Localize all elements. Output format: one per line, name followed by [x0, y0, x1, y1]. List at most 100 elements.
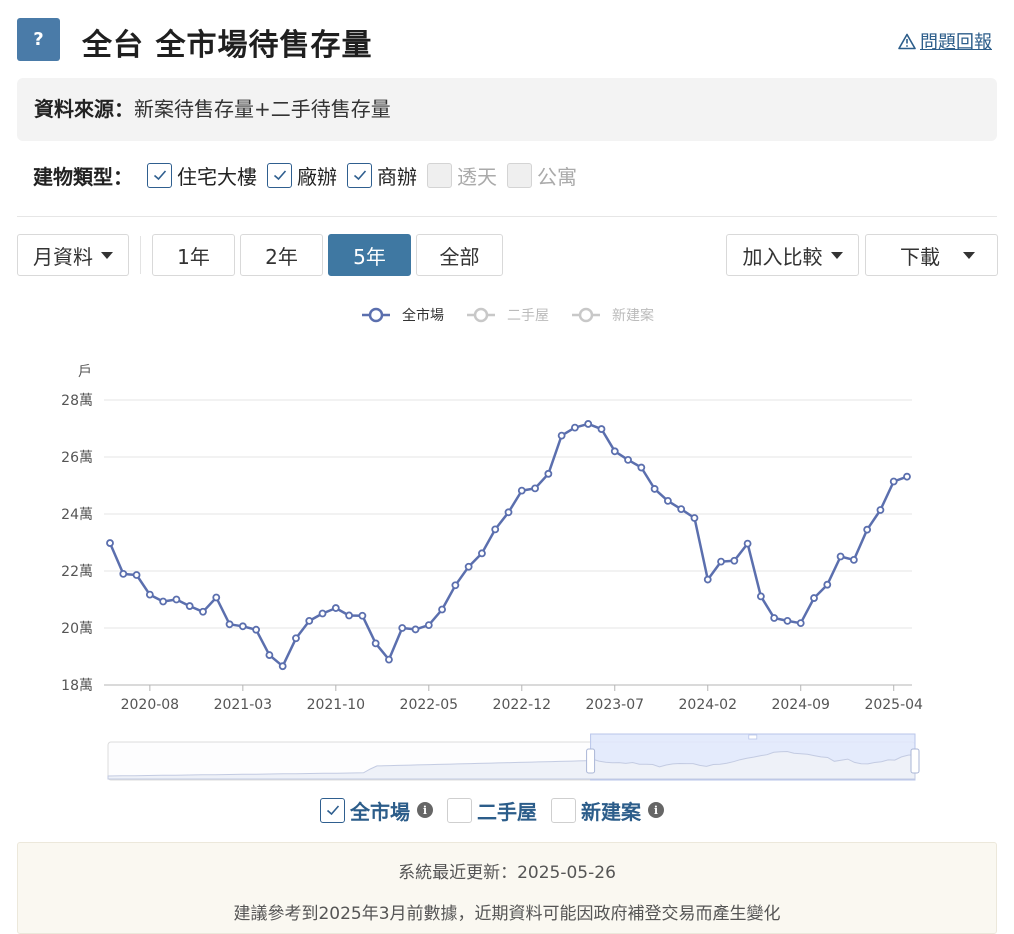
data-point: [903, 472, 911, 481]
data-source-box: 資料來源：新案待售存量+二手待售存量: [17, 78, 997, 141]
data-source-value: 新案待售存量+二手待售存量: [134, 97, 391, 121]
x-tick-label-1: 2021-03: [214, 697, 273, 713]
data-point: [650, 485, 659, 493]
data-point: [358, 611, 367, 620]
data-point: [132, 571, 141, 579]
x-tick-label-4: 2022-12: [493, 697, 552, 713]
data-point: [464, 562, 473, 571]
checkbox-empty-icon: [427, 162, 452, 188]
data-point: [119, 569, 128, 578]
data-point: [823, 580, 832, 589]
help-button[interactable]: ?: [17, 18, 60, 61]
legend-label-0: 全市場: [402, 307, 444, 324]
range-2y-button[interactable]: 2年: [240, 234, 323, 276]
data-point: [756, 592, 765, 601]
checkbox-checked-icon: [320, 797, 345, 823]
building-type-checkbox-0[interactable]: 住宅大樓: [147, 161, 257, 190]
info-icon[interactable]: i: [648, 802, 664, 818]
data-point: [836, 552, 845, 561]
building-type-checkbox-3[interactable]: 透天: [427, 161, 497, 190]
range-5y-button[interactable]: 5年: [328, 234, 411, 276]
legend-marker-2: [578, 307, 594, 323]
data-point: [225, 620, 234, 629]
warning-triangle-icon: [898, 33, 916, 49]
data-point: [810, 594, 818, 602]
zoom-handle-right: [910, 748, 920, 774]
inventory-line-chart: 全市場 二手屋 新建案戶 18萬 20萬 22萬 24萬 26萬 28萬 2020-08 2021-…: [61, 307, 923, 781]
x-tick-label-8: 2025-04: [864, 697, 923, 713]
data-note-text: 建議參考到2025年3月前數據，近期資料可能因政府補登交易而產生變化: [233, 904, 781, 924]
report-issue-link[interactable]: 問題回報: [898, 28, 992, 54]
data-point: [385, 655, 393, 664]
checkbox-checked-icon: [267, 162, 292, 188]
y-tick-label-2: 22萬: [61, 564, 93, 580]
interval-select-label: 月資料: [33, 244, 93, 269]
range-all-button[interactable]: 全部: [416, 234, 503, 276]
divider: [17, 216, 997, 217]
last-updated-text: 系統最近更新：2025-05-26: [398, 863, 616, 883]
series-toggles: 全市場 i 二手屋 新建案 i: [320, 795, 678, 825]
series-toggle-0[interactable]: 全市場 i: [320, 796, 433, 825]
building-type-label: 住宅大樓: [177, 164, 257, 189]
footer-notice: 系統最近更新：2025-05-26 建議參考到2025年3月前數據，近期資料可能…: [17, 842, 997, 934]
series-toggle-1[interactable]: 二手屋: [447, 796, 537, 825]
info-icon[interactable]: i: [417, 802, 433, 818]
x-tick-label-0: 2020-08: [121, 697, 180, 713]
building-type-label: 透天: [457, 164, 497, 189]
data-point: [265, 651, 274, 659]
data-point: [703, 575, 712, 584]
page-title: 全台 全市場待售存量: [82, 28, 373, 63]
data-point: [106, 539, 114, 547]
add-compare-button[interactable]: 加入比較: [726, 234, 859, 276]
checkbox-checked-icon: [147, 162, 172, 188]
legend-marker-1: [473, 307, 489, 323]
data-point: [424, 621, 433, 630]
data-point: [292, 634, 300, 643]
data-source-label: 資料來源：: [34, 97, 134, 121]
y-tick-label-1: 20萬: [61, 621, 93, 637]
x-tick-label-3: 2022-05: [400, 697, 459, 713]
data-point: [172, 595, 181, 604]
report-issue-label: 問題回報: [920, 32, 992, 53]
interval-select[interactable]: 月資料: [17, 234, 129, 276]
building-type-label: 公寓: [537, 164, 577, 189]
checkbox-empty-icon: [551, 797, 576, 823]
data-point: [331, 604, 340, 612]
range-1y-button[interactable]: 1年: [152, 234, 235, 276]
data-point: [517, 486, 526, 495]
x-tick-label-2: 2021-10: [307, 697, 366, 713]
x-tick-label-7: 2024-09: [771, 697, 830, 713]
data-point: [159, 597, 168, 606]
series-toggle-label: 新建案: [581, 799, 641, 824]
toolbar-separator: [140, 236, 141, 274]
data-point: [783, 616, 792, 625]
series-toggle-2[interactable]: 新建案 i: [551, 796, 664, 825]
data-point: [411, 625, 420, 634]
data-point: [345, 611, 354, 620]
data-point: [238, 622, 247, 631]
data-point: [624, 455, 632, 464]
data-point: [199, 607, 207, 616]
data-point: [584, 420, 593, 428]
download-label: 下載: [900, 244, 940, 269]
data-point: [677, 505, 686, 514]
series-toggle-label: 全市場: [350, 799, 410, 824]
building-type-filter: 建物類型： 住宅大樓 廠辦 商辦 透天 公寓: [33, 158, 587, 192]
building-type-checkbox-4[interactable]: 公寓: [507, 161, 577, 190]
zoom-drag-grip: [748, 734, 758, 740]
zoom-handle-left: [586, 748, 596, 774]
data-point: [278, 662, 287, 671]
x-tick-label-6: 2024-02: [679, 697, 738, 713]
building-type-label: 商辦: [377, 164, 417, 189]
data-point: [717, 557, 725, 566]
data-point: [438, 605, 446, 614]
building-type-checkbox-2[interactable]: 商辦: [347, 161, 417, 190]
chevron-down-icon: [101, 251, 113, 259]
checkbox-checked-icon: [347, 162, 372, 188]
y-tick-label-5: 28萬: [61, 393, 93, 409]
data-point: [371, 639, 380, 648]
chevron-down-icon: [963, 251, 975, 259]
building-type-checkbox-1[interactable]: 廠辦: [267, 161, 337, 190]
data-point: [252, 625, 261, 634]
download-button[interactable]: 下載: [865, 234, 998, 276]
